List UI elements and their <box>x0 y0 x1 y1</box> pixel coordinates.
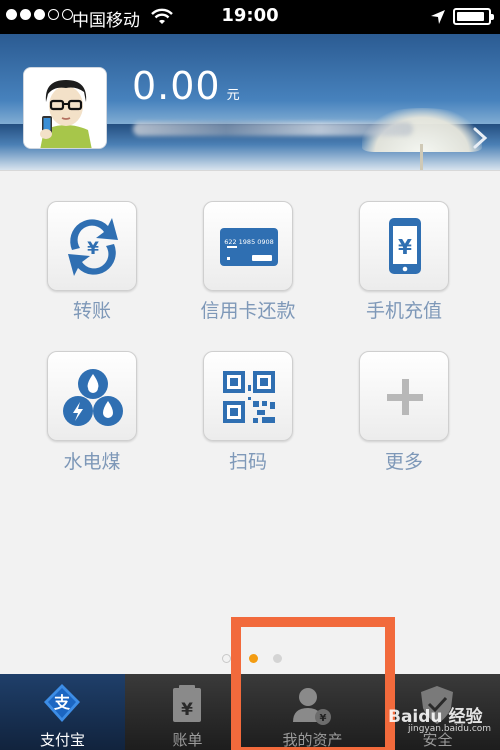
plus-icon <box>387 379 423 415</box>
chevron-right-icon[interactable] <box>466 124 494 152</box>
blurred-account-name <box>133 122 413 136</box>
svg-text:¥: ¥ <box>87 239 99 259</box>
service-utilities-button[interactable] <box>47 351 137 441</box>
transfer-icon: ¥ <box>68 218 118 276</box>
clock: 19:00 <box>221 5 279 26</box>
phone-recharge-icon: ¥ <box>389 218 421 274</box>
service-label: 手机充值 <box>365 300 442 322</box>
service-label: 更多 <box>384 451 423 473</box>
service-label: 扫码 <box>228 451 267 473</box>
baidu-jingyan-watermark: Baidu 经验 jingyan.baidu.com <box>388 707 492 734</box>
tab-alipay[interactable]: 支 支付宝 <box>0 674 125 750</box>
svg-text:¥: ¥ <box>398 235 412 259</box>
page-dot-search[interactable] <box>222 654 231 663</box>
battery-icon <box>453 8 494 25</box>
services-grid: ¥ 622 1985 0908 ¥ 转账 信用卡还款 手机充值 水电煤 扫码 更… <box>0 170 500 675</box>
service-more-button[interactable] <box>359 351 449 441</box>
status-bar: 中国移动 19:00 <box>0 0 500 34</box>
service-label: 水电煤 <box>63 451 121 473</box>
balance-display: 0.00 元 <box>132 64 240 108</box>
service-label: 信用卡还款 <box>200 300 296 322</box>
balance-unit: 元 <box>226 88 240 103</box>
service-transfer-button[interactable]: ¥ <box>47 201 137 291</box>
svg-text:622 1985 0908: 622 1985 0908 <box>224 238 274 246</box>
tab-label: 支付宝 <box>39 731 85 749</box>
alipay-icon: 支 <box>44 684 80 722</box>
avatar[interactable] <box>23 67 107 149</box>
alipay-home-screen: 中国移动 19:00 0.00 元 ¥ 622 1985 0908 ¥ 转账 信… <box>0 0 500 750</box>
bill-icon: ¥ <box>173 685 201 722</box>
credit-card-icon: 622 1985 0908 <box>220 228 278 266</box>
service-label: 转账 <box>72 300 111 322</box>
svg-text:支: 支 <box>53 693 71 712</box>
service-phone-recharge-button[interactable]: ¥ <box>359 201 449 291</box>
location-arrow-icon <box>431 10 445 24</box>
service-scan-button[interactable] <box>203 351 293 441</box>
balance-amount: 0.00 <box>132 64 221 108</box>
utilities-icon <box>63 369 123 426</box>
service-credit-card-button[interactable]: 622 1985 0908 <box>203 201 293 291</box>
qr-code-icon <box>223 371 275 423</box>
tutorial-highlight-box <box>231 617 395 750</box>
svg-text:¥: ¥ <box>181 700 193 720</box>
